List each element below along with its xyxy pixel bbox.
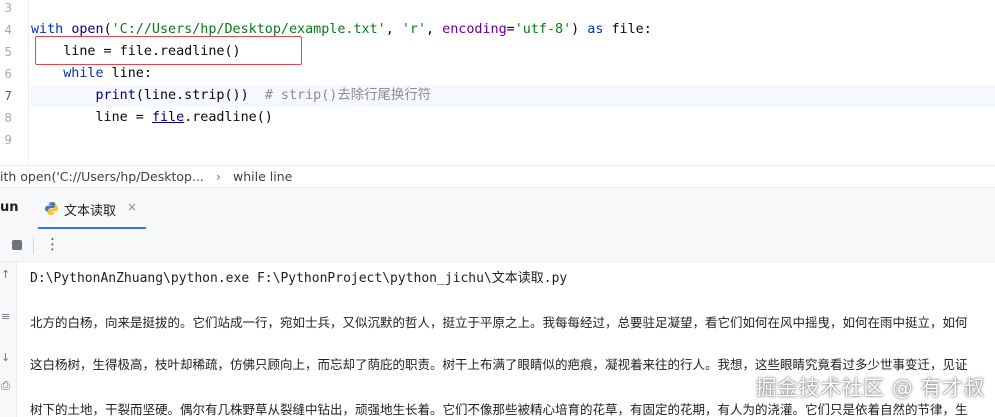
line-number: 5 — [4, 45, 12, 59]
code-token: file: — [603, 22, 652, 37]
toolbar-divider — [33, 237, 34, 254]
line-number: 9 — [4, 133, 12, 147]
code-token: .readline() — [184, 110, 273, 125]
code-token: with — [31, 22, 64, 37]
print-icon[interactable]: ⎙ — [1, 379, 10, 393]
code-token: = — [506, 22, 515, 37]
code-line[interactable]: while line: — [31, 63, 152, 85]
code-token: , — [426, 22, 443, 37]
scroll-to-end-icon[interactable]: ↓ — [1, 351, 10, 364]
code-editor[interactable]: 3 4 5 6 7 8 9 with open('C://Users/hp/De… — [0, 0, 995, 165]
code-token: open — [71, 22, 104, 37]
breadcrumb-item-with-open[interactable]: ith open('C://Users/hp/Desktop... — [0, 166, 204, 187]
code-token: 'utf-8' — [514, 22, 572, 37]
code-line[interactable]: line = file.readline() — [31, 107, 273, 129]
run-tool-window-title: un — [0, 200, 19, 215]
console-command-line: D:\PythonAnZhuang\python.exe F:\PythonPr… — [30, 271, 568, 286]
code-token: file — [151, 110, 185, 125]
run-toolbar: ⋮ — [0, 229, 995, 262]
code-token: as — [587, 22, 604, 37]
code-token: 'r' — [401, 22, 427, 37]
more-options-icon[interactable]: ⋮ — [45, 235, 60, 253]
code-token: ) — [571, 22, 588, 37]
line-number: 8 — [4, 111, 12, 125]
line-number-gutter: 3 4 5 6 7 8 9 — [0, 0, 14, 165]
code-token: while — [63, 66, 104, 81]
console-output-line: 北方的白杨，向来是挺拔的。它们站成一行，宛如士兵，又似沉默的哲人，挺立于平原之上… — [30, 315, 968, 330]
line-number: 7 — [4, 89, 12, 103]
console-output-line: 这白杨树，生得极高，枝叶却稀疏，仿佛只顾向上，而忘却了荫庇的职责。树干上布满了眼… — [30, 357, 968, 372]
code-token: (line.strip()) — [135, 88, 265, 103]
code-line-current[interactable]: print(line.strip()) # strip()去除行尾换行符 — [31, 85, 995, 107]
python-icon — [45, 202, 58, 215]
tab-label: 文本读取 — [64, 204, 117, 219]
chevron-right-icon: › — [216, 169, 221, 184]
soft-wrap-icon[interactable]: ≡ — [1, 310, 10, 323]
line-number: 4 — [4, 23, 12, 37]
line-number: 3 — [4, 1, 12, 15]
stop-icon[interactable] — [12, 240, 22, 250]
scroll-up-icon[interactable]: ↑ — [1, 268, 10, 281]
breadcrumb-item-while-line[interactable]: while line — [233, 166, 292, 187]
gutter-divider — [28, 0, 29, 165]
annotation-highlight-box — [35, 36, 302, 65]
code-token: 'C://Users/hp/Desktop/example.txt' — [111, 22, 386, 37]
run-tool-window-header: un 文本读取 × — [0, 187, 995, 229]
console-side-toolbar: ↑ ≡ ↓ ⎙ — [0, 262, 17, 417]
code-token: encoding — [442, 22, 507, 37]
close-icon[interactable]: × — [127, 200, 137, 214]
tab-run-config[interactable]: 文本读取 × — [38, 188, 146, 229]
breadcrumb: ith open('C://Users/hp/Desktop... › whil… — [0, 165, 995, 187]
code-token: ( — [103, 22, 112, 37]
code-token: , — [385, 22, 402, 37]
line-number: 6 — [4, 67, 12, 81]
code-token: line: — [103, 66, 152, 81]
watermark: 掘金技术社区 @ 有才叔 — [755, 376, 985, 400]
code-token: # strip()去除行尾换行符 — [264, 88, 432, 103]
code-token: line = — [31, 110, 152, 125]
code-token: print — [95, 88, 136, 103]
